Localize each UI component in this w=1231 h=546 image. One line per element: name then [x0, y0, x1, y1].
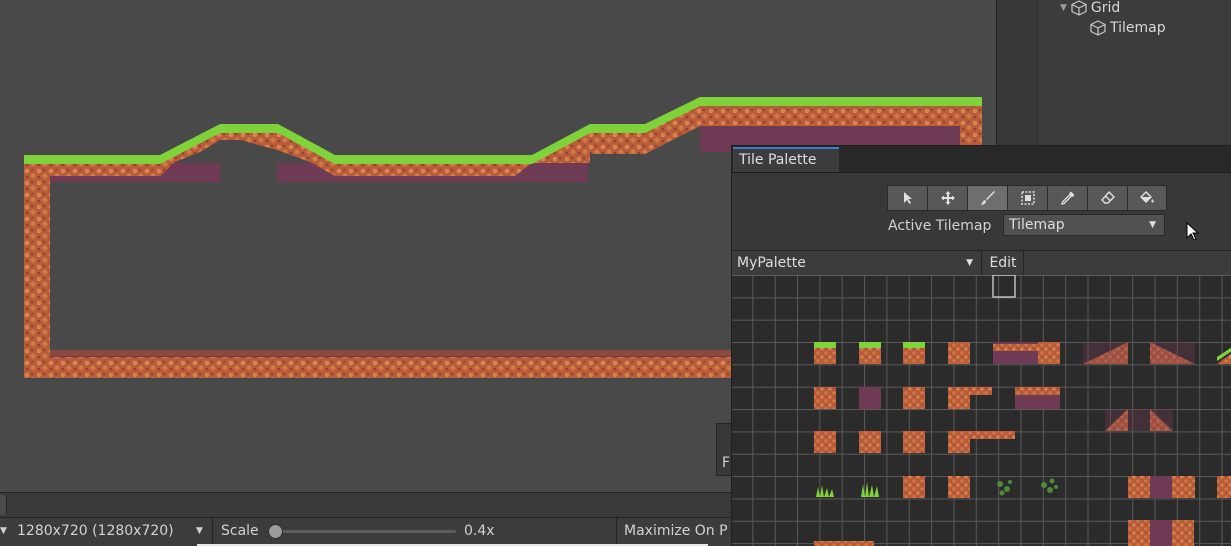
edit-palette-button[interactable]: Edit	[983, 251, 1024, 275]
tab-tile-palette[interactable]: Tile Palette	[733, 147, 839, 172]
palette-row-decorations	[816, 476, 1231, 498]
resolution-dropdown-arrow-icon[interactable]: ▼	[196, 518, 203, 544]
tile-palette-window: Tile Palette Active Tilemap Tilemap ▼ My…	[731, 145, 1231, 546]
bucket-icon	[1140, 191, 1154, 203]
palette-tile-grid[interactable]	[732, 275, 1231, 546]
palette-tiles	[814, 275, 1231, 546]
flood-fill-tool-button[interactable]	[1127, 185, 1167, 211]
palette-row-dirt-2	[814, 431, 1015, 453]
chevron-down-icon: ▼	[1149, 220, 1156, 230]
brush-icon	[980, 191, 995, 205]
gameobject-icon	[1090, 20, 1106, 36]
hierarchy-item-tilemap[interactable]: Tilemap	[1090, 18, 1166, 38]
resolution-dropdown[interactable]: 1280x720 (1280x720)	[17, 518, 174, 544]
palette-selection-box	[992, 275, 1016, 298]
collapsed-panel-letter: F	[722, 455, 731, 471]
scale-value: 0.4x	[464, 523, 495, 539]
move-arrows-icon	[940, 191, 955, 205]
eraser-icon	[1100, 190, 1115, 204]
scale-label: Scale	[221, 523, 259, 539]
palette-name: MyPalette	[737, 255, 806, 271]
active-tilemap-dropdown[interactable]: Tilemap ▼	[1003, 214, 1165, 236]
gameobject-icon	[1071, 0, 1087, 16]
palette-toolbar: MyPalette ▼ Edit	[732, 250, 1231, 276]
eyedropper-icon	[1060, 191, 1074, 205]
box-fill-icon	[1020, 191, 1035, 205]
hierarchy-panel: ▼ Grid Tilemap	[996, 0, 1231, 145]
mouse-cursor-icon	[1186, 222, 1200, 241]
erase-tool-button[interactable]	[1087, 185, 1127, 211]
paint-brush-tool-button[interactable]	[967, 185, 1007, 211]
hierarchy-item-label: Grid	[1090, 0, 1121, 16]
picker-tool-button[interactable]	[1047, 185, 1087, 211]
tilemap-floor-top	[50, 350, 734, 356]
expand-arrow-icon[interactable]: ▼	[1060, 0, 1067, 18]
maximize-on-play-toggle[interactable]: Maximize On P	[624, 518, 728, 544]
palette-row-grass	[814, 342, 1231, 364]
scale-slider-thumb[interactable]	[268, 524, 283, 539]
palette-dropdown[interactable]: MyPalette ▼	[732, 251, 982, 275]
game-view-tab[interactable]	[0, 495, 7, 515]
tile-palette-tools	[887, 185, 1167, 211]
hierarchy-item-grid[interactable]: ▼ Grid	[1060, 0, 1120, 18]
active-tilemap-value: Tilemap	[1009, 217, 1065, 233]
toolbar-divider	[616, 518, 617, 545]
toolbar-divider	[212, 518, 213, 545]
select-tool-button[interactable]	[887, 185, 927, 211]
scale-slider-track[interactable]	[274, 530, 456, 533]
hierarchy-item-label: Tilemap	[1110, 20, 1166, 36]
box-fill-tool-button[interactable]	[1007, 185, 1047, 211]
palette-row-dirt	[814, 387, 1173, 431]
arrow-cursor-icon	[903, 192, 912, 204]
tile-palette-tab-bar: Tile Palette	[732, 146, 1231, 173]
chevron-down-icon: ▼	[966, 258, 973, 268]
palette-row-bottom	[814, 520, 1194, 546]
left-dropdown-arrow-icon[interactable]: ▼	[0, 518, 7, 544]
collapsed-panel-edge[interactable]: F	[716, 423, 731, 476]
active-tilemap-label: Active Tilemap	[888, 218, 992, 234]
hierarchy-tree: ▼ Grid Tilemap	[1037, 0, 1231, 145]
move-tool-button[interactable]	[927, 185, 967, 211]
